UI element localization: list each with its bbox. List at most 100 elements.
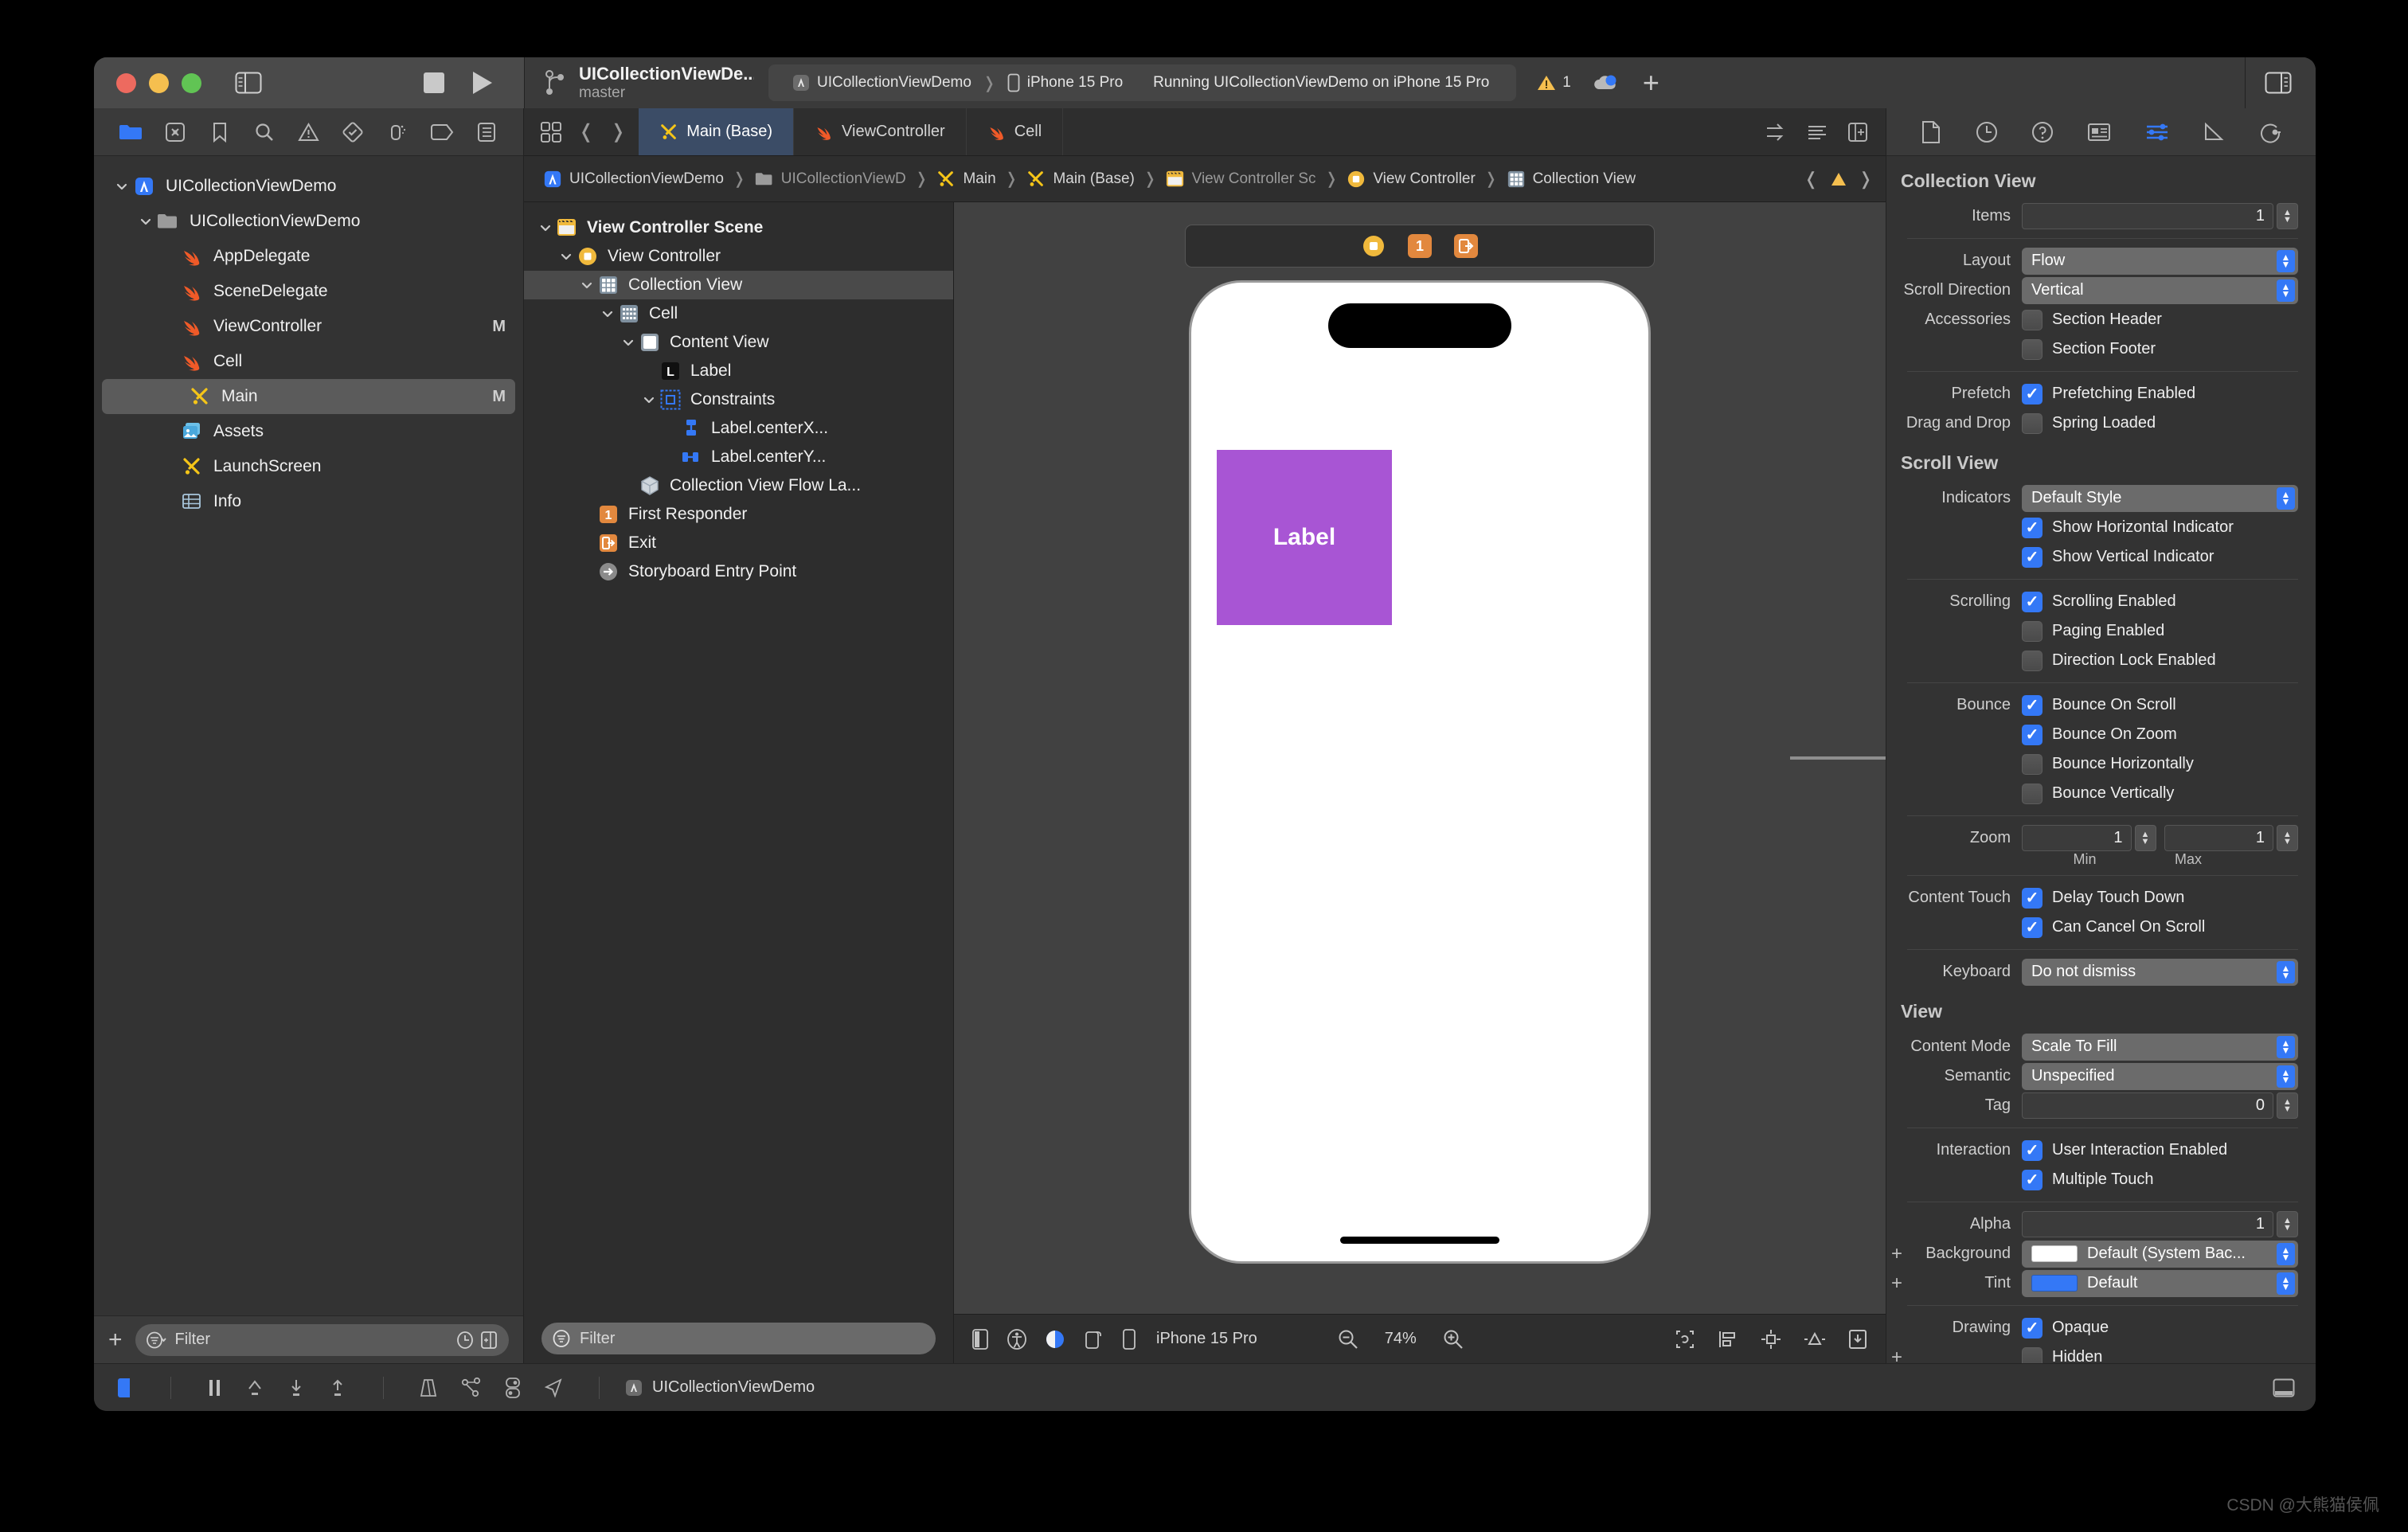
zoom-max-input[interactable]: 1 [2164,825,2274,851]
run-button[interactable] [473,72,492,94]
bounce-checkbox[interactable] [2022,695,2042,716]
show-horizontal-indicator-checkbox[interactable] [2022,518,2042,538]
source-control-icon[interactable] [162,119,189,146]
items-stepper[interactable]: ▲▼ [2277,203,2298,229]
identity-inspector-icon[interactable] [2087,122,2111,143]
disclosure-triangle[interactable] [577,279,597,291]
accessibility-icon[interactable] [1007,1328,1027,1350]
warnings-indicator[interactable]: 1 [1537,74,1571,92]
outline-item-storyboard-entry-point[interactable]: Storyboard Entry Point [524,557,953,586]
breadcrumb-view-controller-sc[interactable]: View Controller Sc [1159,170,1323,189]
minimap-icon[interactable] [1806,122,1828,143]
source-control-filter-icon[interactable] [480,1331,498,1350]
zoom-min-input[interactable]: 1 [2022,825,2132,851]
first-responder-icon[interactable]: 1 [1408,234,1432,258]
nav-item-scenedelegate[interactable]: SceneDelegate [94,274,523,309]
outline-item-constraints[interactable]: Constraints [524,385,953,414]
accessories-checkbox[interactable] [2022,310,2042,330]
outline-item-collection-view-flow-la-[interactable]: Collection View Flow La... [524,471,953,500]
outline-item-view-controller-scene[interactable]: View Controller Scene [524,213,953,242]
history-inspector-icon[interactable] [1976,121,1998,143]
viewcontroller-icon[interactable] [1362,234,1386,258]
disclosure-triangle[interactable] [535,221,556,234]
outline-item-exit[interactable]: Exit [524,529,953,557]
disclosure-triangle[interactable] [135,215,156,228]
alpha-stepper[interactable]: ▲▼ [2277,1211,2298,1237]
add-variation-button[interactable]: + [1891,1243,1902,1265]
nav-item-launchscreen[interactable]: LaunchScreen [94,449,523,484]
disclosure-triangle[interactable] [597,307,618,320]
tint-popup[interactable]: Default▲▼ [2022,1270,2298,1297]
nav-item-cell[interactable]: Cell [94,344,523,379]
bounce-horizontally-checkbox[interactable] [2022,754,2042,775]
quick-help-icon[interactable] [2031,121,2054,143]
device-preview[interactable]: Label [1189,280,1651,1264]
disclosure-triangle[interactable] [111,180,132,193]
pause-icon[interactable] [206,1378,224,1398]
editor-tab-viewcontroller[interactable]: ViewController [794,108,967,155]
zoom-level[interactable]: 74% [1377,1330,1425,1348]
nav-item-main[interactable]: MainM [102,379,515,414]
content-mode-popup[interactable]: Scale To Fill▲▼ [2022,1034,2298,1061]
step-out-icon[interactable] [327,1378,348,1398]
size-inspector-icon[interactable] [2203,122,2225,143]
semantic-popup[interactable]: Unspecified▲▼ [2022,1063,2298,1090]
memory-graph-icon[interactable] [460,1377,483,1399]
scroll-direction-popup[interactable]: Vertical▲▼ [2022,277,2298,304]
connections-inspector-icon[interactable] [2259,121,2281,143]
collection-view-cell[interactable]: Label [1217,450,1392,625]
section-footer-checkbox[interactable] [2022,339,2042,360]
editor-options-icon[interactable] [540,121,562,143]
view-hierarchy-icon[interactable] [419,1377,440,1399]
editor-tab-main-base-[interactable]: Main (Base) [639,108,794,155]
previous-issue-button[interactable]: ❬ [1804,169,1818,190]
appearance-icon[interactable] [1045,1328,1065,1350]
search-icon[interactable] [251,119,278,146]
folder-icon[interactable] [117,119,144,146]
resolve-issues-icon[interactable] [1803,1328,1827,1350]
add-editor-icon[interactable] [1847,122,1868,143]
disclosure-triangle[interactable] [556,250,577,263]
breadcrumb-uicollectionviewdemo[interactable]: UICollectionViewDemo [537,170,730,189]
can-cancel-on-scroll-checkbox[interactable] [2022,917,2042,938]
bounce-vertically-checkbox[interactable] [2022,784,2042,804]
outline-item-content-view[interactable]: Content View [524,328,953,357]
multiple-touch-checkbox[interactable] [2022,1170,2042,1190]
disclosure-triangle[interactable] [618,336,639,349]
align-icon[interactable] [1717,1328,1739,1350]
stop-button[interactable] [424,72,444,93]
breakpoint-icon[interactable] [428,119,455,146]
nav-item-assets[interactable]: Assets [94,414,523,449]
device-orientation-icon[interactable] [971,1328,989,1350]
background-popup[interactable]: Default (System Bac...▲▼ [2022,1241,2298,1268]
device-icon[interactable] [1121,1328,1137,1350]
forward-button[interactable]: ❭ [610,120,626,143]
nav-item-uicollectionviewdemo[interactable]: UICollectionViewDemo [94,169,523,204]
inspector-toggle-icon[interactable] [2265,72,2292,94]
breadcrumb-collection-view[interactable]: Collection View [1500,170,1643,189]
nav-item-uicollectionviewdemo[interactable]: UICollectionViewDemo [94,204,523,239]
breadcrumb-view-controller[interactable]: View Controller [1340,170,1481,189]
recent-files-icon[interactable] [456,1331,474,1350]
items-input[interactable]: 1 [2022,203,2273,229]
breadcrumb-main-base-[interactable]: Main (Base) [1020,170,1140,189]
bookmark-icon[interactable] [206,119,233,146]
project-info[interactable]: UICollectionViewDe... master [579,64,754,101]
navigator-filter-field[interactable]: Filter [135,1324,509,1356]
zoom-max-stepper[interactable]: ▲▼ [2277,825,2298,851]
nav-item-viewcontroller[interactable]: ViewControllerM [94,309,523,344]
outline-item-first-responder[interactable]: 1First Responder [524,500,953,529]
interaction-checkbox[interactable] [2022,1140,2042,1161]
sidebar-toggle-icon[interactable] [235,72,262,94]
breadcrumb-uicollectionviewd[interactable]: UICollectionViewD [749,170,913,189]
add-variation-button[interactable]: + [1891,1272,1902,1295]
exit-icon[interactable] [1454,234,1478,258]
drawing-checkbox[interactable] [2022,1318,2042,1339]
paging-enabled-checkbox[interactable] [2022,621,2042,642]
content-touch-checkbox[interactable] [2022,888,2042,909]
hidden-checkbox[interactable] [2022,1347,2042,1364]
canvas-surface[interactable]: 1 Label [954,202,1886,1314]
rotate-icon[interactable] [1083,1328,1104,1350]
zoom-button[interactable] [182,73,201,93]
add-variation-button[interactable]: + [1891,1346,1902,1364]
